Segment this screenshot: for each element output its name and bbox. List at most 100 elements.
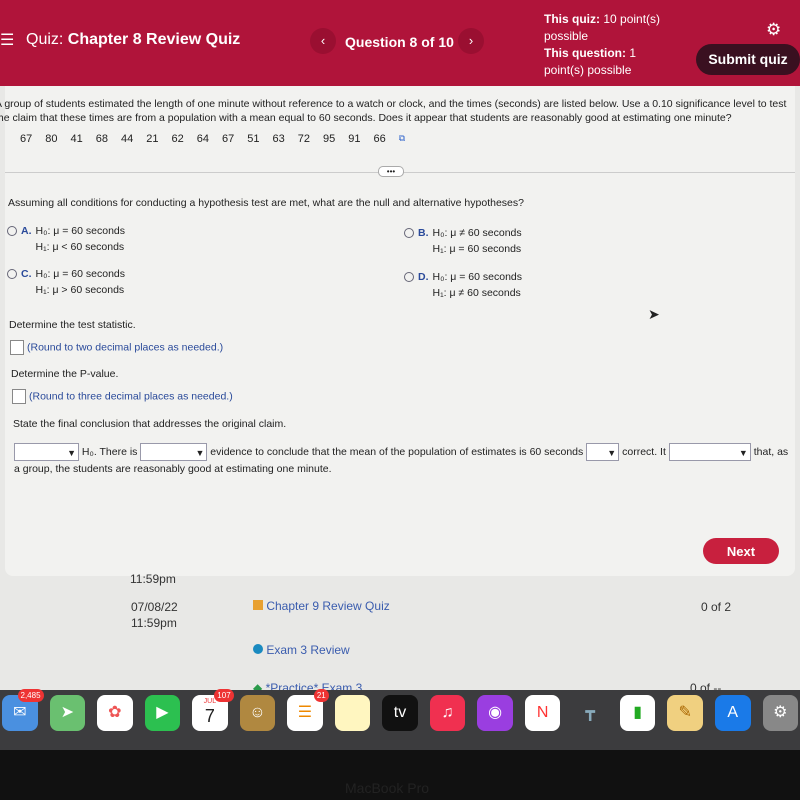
system-preferences-icon[interactable]: ⚙: [762, 695, 799, 731]
quiz-title: Quiz: Chapter 8 Review Quiz: [26, 31, 240, 49]
due-time: 11:59pm: [130, 572, 176, 586]
option-d[interactable]: D. H₀: μ = 60 seconds H₁: μ ≠ 60 seconds: [404, 269, 522, 301]
assignment-score: 0 of --: [690, 681, 722, 690]
option-letter: D.: [418, 271, 429, 283]
next-button[interactable]: Next: [703, 538, 779, 564]
contacts-icon[interactable]: ☺: [239, 695, 276, 731]
quiz-points-label: This quiz:: [544, 12, 600, 26]
alternative-hypothesis: H₁: μ < 60 seconds: [35, 241, 125, 253]
data-value: 66: [373, 133, 386, 145]
gear-icon[interactable]: ⚙: [766, 20, 781, 40]
assignment-title[interactable]: Exam 3 Review: [266, 643, 349, 657]
apple-tv-icon[interactable]: tv: [382, 695, 418, 731]
radio-button[interactable]: [7, 269, 17, 279]
option-b[interactable]: B. H₀: μ ≠ 60 seconds H₁: μ = 60 seconds: [404, 225, 522, 257]
option-letter: B.: [418, 227, 429, 239]
claim-dropdown[interactable]: ▼: [586, 443, 620, 461]
radio-button[interactable]: [404, 228, 414, 238]
quiz-prefix: Quiz:: [26, 31, 64, 48]
conclusion-label: State the final conclusion that addresse…: [13, 418, 287, 430]
keynote-icon[interactable]: ┳: [572, 695, 608, 731]
p-value-input[interactable]: [12, 389, 26, 404]
news-icon[interactable]: N: [524, 695, 561, 731]
next-question-button[interactable]: ›: [458, 28, 484, 54]
question-points-label: This question:: [544, 46, 626, 60]
option-letter: A.: [21, 225, 32, 237]
practice-icon: ◆: [253, 681, 263, 690]
assignment-exam-3-review[interactable]: Exam 3 Review: [253, 643, 350, 657]
null-hypothesis: H₀: μ ≠ 60 seconds: [432, 227, 522, 239]
radio-button[interactable]: [404, 272, 414, 282]
review-icon: [253, 644, 263, 654]
test-statistic-input[interactable]: [10, 340, 24, 355]
conclusion-text: evidence to conclude that the mean of th…: [210, 445, 584, 458]
due-date: 07/08/22: [131, 600, 178, 614]
option-c[interactable]: C. H₀: μ = 60 seconds H₁: μ > 60 seconds: [7, 266, 125, 298]
data-value: 41: [70, 133, 83, 145]
evidence-dropdown[interactable]: ▼: [140, 443, 208, 461]
assignment-title[interactable]: Chapter 9 Review Quiz: [266, 599, 389, 613]
copy-data-icon[interactable]: ⧉: [399, 133, 405, 145]
null-hypothesis: H₀: μ = 60 seconds: [35, 268, 126, 280]
test-statistic-hint: (Round to two decimal places as needed.): [27, 341, 224, 354]
points-info: This quiz: 10 point(s) possible This que…: [544, 11, 674, 79]
due-date-cell: 07/08/22 11:59pm: [131, 599, 178, 631]
data-value: 80: [45, 133, 58, 145]
app-store-icon[interactable]: A: [714, 695, 751, 731]
mouse-cursor-icon: ➤: [648, 306, 660, 322]
reminders-icon[interactable]: ☰ 21: [287, 689, 329, 731]
calendar-icon[interactable]: JUL 7 107: [192, 689, 234, 731]
assignment-score: 0 of 2: [701, 600, 732, 614]
appears-dropdown[interactable]: ▼: [668, 443, 751, 461]
maps-icon[interactable]: ➤: [49, 695, 86, 731]
previous-question-button[interactable]: ‹: [310, 28, 336, 54]
assignment-title[interactable]: *Practice* Exam 3: [266, 681, 363, 690]
p-value-hint: (Round to three decimal places as needed…: [29, 390, 233, 403]
calendar-badge: 107: [214, 689, 234, 702]
conclusion-text: that,: [753, 445, 775, 458]
alternative-hypothesis: H₁: μ > 60 seconds: [35, 284, 125, 296]
music-icon[interactable]: ♫: [429, 695, 466, 731]
expand-divider-button[interactable]: •••: [378, 166, 404, 177]
alternative-hypothesis: H₁: μ ≠ 60 seconds: [432, 287, 521, 299]
p-value-label: Determine the P-value.: [11, 368, 119, 380]
alternative-hypothesis: H₁: μ = 60 seconds: [432, 243, 522, 255]
test-statistic-label: Determine the test statistic.: [9, 319, 136, 331]
conclusion-text: correct. It: [622, 445, 666, 458]
submit-quiz-button[interactable]: Submit quiz: [696, 44, 800, 75]
quiz-header: ☰ Quiz: Chapter 8 Review Quiz ‹ Question…: [0, 0, 800, 86]
quiz-name: Chapter 8 Review Quiz: [67, 31, 241, 48]
conclusion-text: H₀. There is: [81, 445, 138, 458]
data-value: 21: [146, 133, 159, 145]
null-hypothesis: H₀: μ = 60 seconds: [432, 271, 523, 283]
question-counter: Question 8 of 10: [345, 34, 454, 50]
device-label: MacBook Pro: [345, 780, 430, 796]
option-letter: C.: [21, 268, 32, 280]
radio-button[interactable]: [7, 226, 17, 236]
mail-icon[interactable]: ✉ 2,485: [2, 689, 44, 731]
data-value: 68: [95, 133, 108, 145]
data-value: 63: [272, 133, 285, 145]
data-value: 62: [171, 133, 184, 145]
quiz-icon: [253, 600, 263, 610]
photos-icon[interactable]: ✿: [97, 695, 133, 731]
numbers-icon[interactable]: ▮: [619, 695, 656, 731]
conclusion-sentence: ▼ H₀. There is ▼ evidence to conclude th…: [14, 443, 794, 478]
dropdown-arrow-icon: ▼: [67, 448, 76, 458]
data-values: 67 80 41 68 44 21 62 64 67 51 63 72 95 91 66 ⧉: [20, 133, 405, 145]
pages-icon[interactable]: ✎: [667, 695, 703, 731]
calendar-day: 7: [204, 706, 215, 726]
data-value: 64: [196, 133, 209, 145]
notes-icon[interactable]: [334, 695, 371, 731]
data-value: 44: [121, 133, 134, 145]
data-value: 67: [20, 133, 33, 145]
data-value: 67: [222, 133, 235, 145]
reject-decision-dropdown[interactable]: ▼: [14, 443, 79, 461]
facetime-icon[interactable]: ▶: [144, 695, 181, 731]
screen: ☰ Quiz: Chapter 8 Review Quiz ‹ Question…: [0, 0, 800, 750]
assignment-chapter-9[interactable]: Chapter 9 Review Quiz: [253, 599, 390, 613]
hamburger-icon[interactable]: ☰: [0, 30, 14, 50]
podcasts-icon[interactable]: ◉: [477, 695, 513, 731]
option-a[interactable]: A. H₀: μ = 60 seconds H₁: μ < 60 seconds: [7, 223, 125, 255]
assignment-practice-exam[interactable]: ◆ *Practice* Exam 3: [253, 681, 362, 690]
